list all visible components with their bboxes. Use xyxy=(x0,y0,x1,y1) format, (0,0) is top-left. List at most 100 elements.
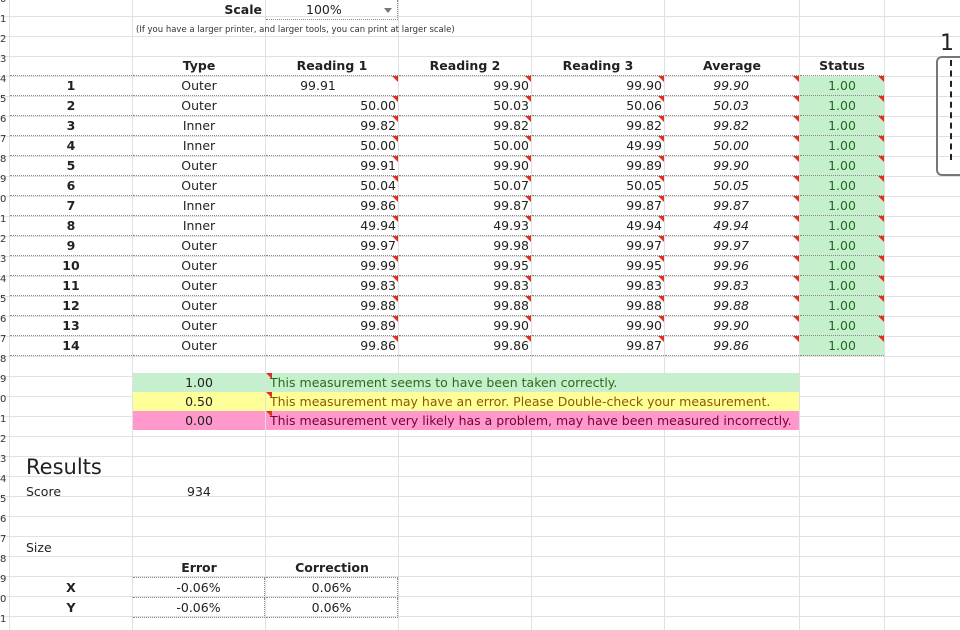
row-number[interactable]: 2 xyxy=(0,430,9,450)
row-number[interactable]: 6 xyxy=(0,110,9,130)
comment-indicator-icon[interactable] xyxy=(525,276,531,282)
status-cell[interactable]: 1.00 xyxy=(800,76,884,96)
comment-indicator-icon[interactable] xyxy=(392,336,398,342)
average-cell[interactable]: 99.97 xyxy=(665,236,799,256)
row-number[interactable]: 1 xyxy=(0,210,9,230)
comment-indicator-icon[interactable] xyxy=(793,236,799,242)
comment-indicator-icon[interactable] xyxy=(658,256,664,262)
row-number[interactable]: 1 xyxy=(0,610,9,630)
legend-value[interactable]: 0.50 xyxy=(133,392,265,411)
reading2-cell[interactable]: 99.90 xyxy=(399,156,531,176)
reading1-cell[interactable]: 99.89 xyxy=(266,316,398,336)
comment-indicator-icon[interactable] xyxy=(658,236,664,242)
type-cell[interactable]: Inner xyxy=(133,216,265,236)
comment-indicator-icon[interactable] xyxy=(392,236,398,242)
reading1-cell[interactable]: 99.91 xyxy=(266,76,398,96)
comment-indicator-icon[interactable] xyxy=(878,296,884,302)
comment-indicator-icon[interactable] xyxy=(878,196,884,202)
comment-indicator-icon[interactable] xyxy=(878,316,884,322)
legend-value[interactable]: 1.00 xyxy=(133,373,265,392)
reading1-cell[interactable]: 99.97 xyxy=(266,236,398,256)
row-number[interactable]: 2 xyxy=(0,230,9,250)
size-correction-y[interactable]: 0.06% xyxy=(266,598,398,618)
comment-indicator-icon[interactable] xyxy=(878,136,884,142)
status-cell[interactable]: 1.00 xyxy=(800,116,884,136)
reading1-cell[interactable]: 99.88 xyxy=(266,296,398,316)
reading3-cell[interactable]: 99.88 xyxy=(532,296,664,316)
comment-indicator-icon[interactable] xyxy=(658,136,664,142)
reading2-cell[interactable]: 50.03 xyxy=(399,96,531,116)
reading3-cell[interactable]: 99.90 xyxy=(532,76,664,96)
reading3-cell[interactable]: 99.82 xyxy=(532,116,664,136)
reading3-cell[interactable]: 99.83 xyxy=(532,276,664,296)
row-number[interactable]: 1 xyxy=(0,410,9,430)
type-cell[interactable]: Outer xyxy=(133,256,265,276)
comment-indicator-icon[interactable] xyxy=(266,373,272,379)
comment-indicator-icon[interactable] xyxy=(392,76,398,82)
status-cell[interactable]: 1.00 xyxy=(800,296,884,316)
comment-indicator-icon[interactable] xyxy=(392,276,398,282)
comment-indicator-icon[interactable] xyxy=(793,96,799,102)
reading3-cell[interactable]: 99.97 xyxy=(532,236,664,256)
reading2-cell[interactable]: 99.98 xyxy=(399,236,531,256)
row-number[interactable]: 7 xyxy=(0,530,9,550)
row-number[interactable]: 1 xyxy=(0,10,9,30)
reading1-cell[interactable]: 99.82 xyxy=(266,116,398,136)
reading2-cell[interactable]: 99.86 xyxy=(399,336,531,356)
reading3-cell[interactable]: 99.87 xyxy=(532,336,664,356)
status-cell[interactable]: 1.00 xyxy=(800,236,884,256)
status-cell[interactable]: 1.00 xyxy=(800,216,884,236)
average-cell[interactable]: 50.03 xyxy=(665,96,799,116)
reading1-cell[interactable]: 99.99 xyxy=(266,256,398,276)
size-error-y[interactable]: -0.06% xyxy=(133,598,265,618)
comment-indicator-icon[interactable] xyxy=(392,296,398,302)
comment-indicator-icon[interactable] xyxy=(525,316,531,322)
comment-indicator-icon[interactable] xyxy=(878,96,884,102)
comment-indicator-icon[interactable] xyxy=(525,76,531,82)
comment-indicator-icon[interactable] xyxy=(658,316,664,322)
comment-indicator-icon[interactable] xyxy=(392,156,398,162)
comment-indicator-icon[interactable] xyxy=(793,176,799,182)
comment-indicator-icon[interactable] xyxy=(878,216,884,222)
row-number[interactable]: 7 xyxy=(0,130,9,150)
row-number[interactable]: 9 xyxy=(0,370,9,390)
row-number[interactable]: 8 xyxy=(0,550,9,570)
comment-indicator-icon[interactable] xyxy=(658,76,664,82)
comment-indicator-icon[interactable] xyxy=(525,236,531,242)
row-number[interactable]: 5 xyxy=(0,90,9,110)
reading3-cell[interactable]: 99.87 xyxy=(532,196,664,216)
average-cell[interactable]: 99.88 xyxy=(665,296,799,316)
row-number[interactable]: 0 xyxy=(0,390,9,410)
type-cell[interactable]: Outer xyxy=(133,296,265,316)
reading2-cell[interactable]: 99.90 xyxy=(399,316,531,336)
size-correction-x[interactable]: 0.06% xyxy=(266,578,398,598)
average-cell[interactable]: 99.83 xyxy=(665,276,799,296)
comment-indicator-icon[interactable] xyxy=(658,336,664,342)
comment-indicator-icon[interactable] xyxy=(658,296,664,302)
average-cell[interactable]: 99.96 xyxy=(665,256,799,276)
comment-indicator-icon[interactable] xyxy=(878,156,884,162)
reading3-cell[interactable]: 49.94 xyxy=(532,216,664,236)
type-cell[interactable]: Inner xyxy=(133,136,265,156)
reading2-cell[interactable]: 99.95 xyxy=(399,256,531,276)
row-number[interactable]: 3 xyxy=(0,50,9,70)
status-cell[interactable]: 1.00 xyxy=(800,136,884,156)
reading2-cell[interactable]: 49.93 xyxy=(399,216,531,236)
comment-indicator-icon[interactable] xyxy=(658,156,664,162)
row-number[interactable]: 9 xyxy=(0,170,9,190)
row-number[interactable]: 4 xyxy=(0,270,9,290)
comment-indicator-icon[interactable] xyxy=(878,176,884,182)
comment-indicator-icon[interactable] xyxy=(793,316,799,322)
type-cell[interactable]: Outer xyxy=(133,176,265,196)
comment-indicator-icon[interactable] xyxy=(525,296,531,302)
comment-indicator-icon[interactable] xyxy=(658,96,664,102)
average-cell[interactable]: 99.90 xyxy=(665,156,799,176)
comment-indicator-icon[interactable] xyxy=(878,116,884,122)
comment-indicator-icon[interactable] xyxy=(525,176,531,182)
type-cell[interactable]: Outer xyxy=(133,96,265,116)
comment-indicator-icon[interactable] xyxy=(793,116,799,122)
average-cell[interactable]: 99.90 xyxy=(665,316,799,336)
row-number[interactable]: 4 xyxy=(0,70,9,90)
status-cell[interactable]: 1.00 xyxy=(800,176,884,196)
reading2-cell[interactable]: 99.90 xyxy=(399,76,531,96)
